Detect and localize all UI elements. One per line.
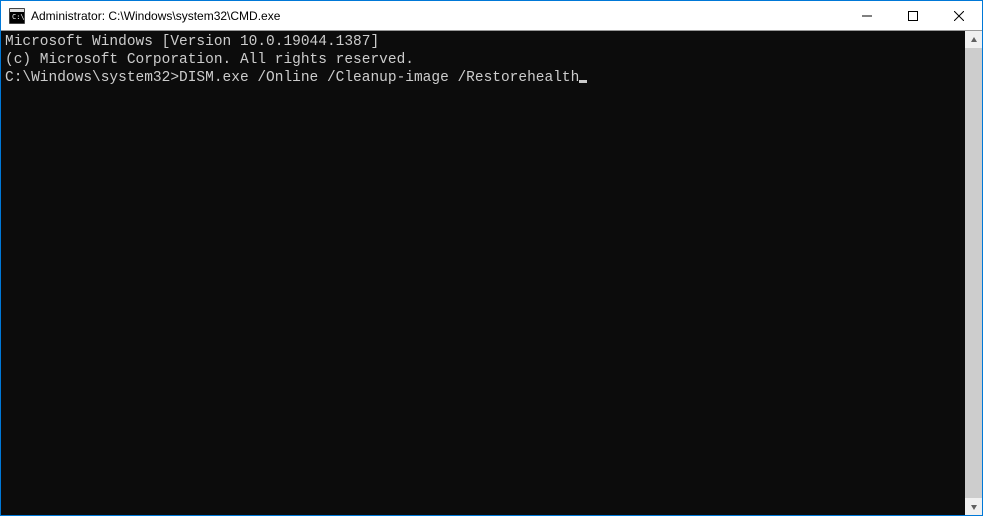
terminal-line: (c) Microsoft Corporation. All rights re… (5, 51, 961, 69)
terminal-line: Microsoft Windows [Version 10.0.19044.13… (5, 33, 961, 51)
terminal-prompt-line: C:\Windows\system32>DISM.exe /Online /Cl… (5, 69, 961, 87)
window-title: Administrator: C:\Windows\system32\CMD.e… (31, 9, 844, 23)
content-area: Microsoft Windows [Version 10.0.19044.13… (1, 31, 982, 515)
titlebar[interactable]: C:\ Administrator: C:\Windows\system32\C… (1, 1, 982, 31)
terminal-prompt: C:\Windows\system32> (5, 70, 179, 86)
window-controls (844, 1, 982, 30)
scroll-up-button[interactable] (965, 31, 982, 48)
maximize-button[interactable] (890, 1, 936, 30)
scroll-track[interactable] (965, 48, 982, 498)
minimize-button[interactable] (844, 1, 890, 30)
terminal[interactable]: Microsoft Windows [Version 10.0.19044.13… (1, 31, 965, 515)
close-button[interactable] (936, 1, 982, 30)
scroll-thumb[interactable] (965, 48, 982, 498)
vertical-scrollbar[interactable] (965, 31, 982, 515)
cmd-window: C:\ Administrator: C:\Windows\system32\C… (1, 1, 982, 515)
svg-text:C:\: C:\ (12, 13, 25, 21)
terminal-cursor (579, 80, 587, 83)
terminal-command: DISM.exe /Online /Cleanup-image /Restore… (179, 70, 579, 86)
cmd-icon: C:\ (9, 8, 25, 24)
scroll-down-button[interactable] (965, 498, 982, 515)
